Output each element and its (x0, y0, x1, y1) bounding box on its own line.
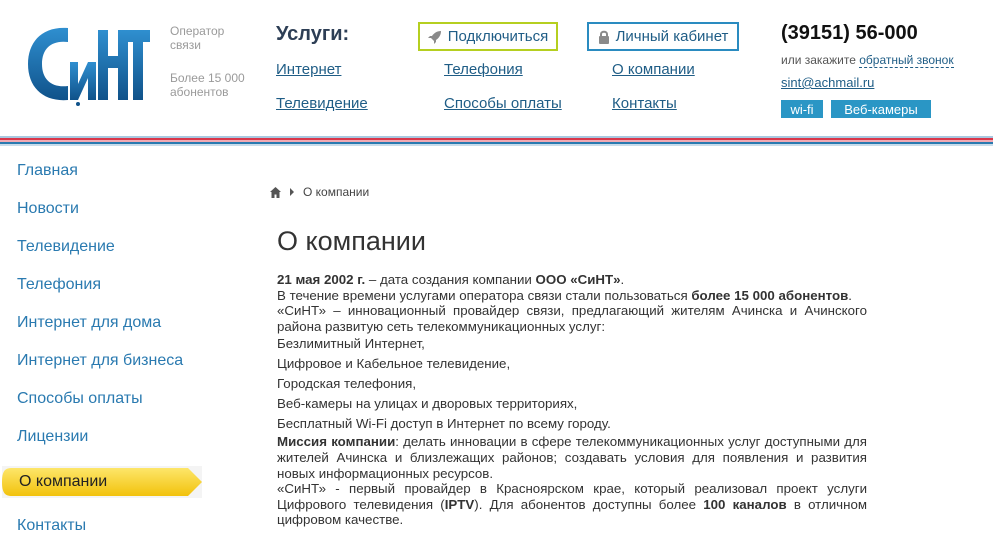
header-stripes (0, 136, 993, 146)
breadcrumb-current: О компании (303, 185, 370, 199)
tagline-operator: Оператор связи (170, 24, 225, 52)
sidebar-item-licenses[interactable]: Лицензии (17, 428, 88, 446)
founding-date: 21 мая 2002 г. (277, 272, 366, 287)
site-header: Оператор связи Более 15 000 абонентов Ус… (0, 0, 993, 146)
mission-paragraph: Миссия компании: делать инновации в сфер… (277, 434, 867, 481)
sidebar-item-telephony[interactable]: Телефония (17, 276, 101, 294)
service-item: Веб-камеры на улицах и дворовых территор… (277, 396, 578, 412)
text-span: В течение времени услугами оператора свя… (277, 287, 692, 303)
channels-count: 100 каналов (703, 496, 787, 512)
service-item: Бесплатный Wi-Fi доступ в Интернет по вс… (277, 416, 611, 432)
rocket-icon (427, 30, 441, 44)
sidebar-item-news[interactable]: Новости (17, 200, 79, 218)
header-link-payment[interactable]: Способы оплаты (444, 95, 562, 112)
header-link-about[interactable]: О компании (612, 61, 695, 78)
text-span: – дата создания компании (365, 272, 536, 287)
callback-prefix: или закажите (781, 53, 860, 67)
sidebar-item-about[interactable]: О компании (2, 466, 202, 498)
header-link-internet[interactable]: Интернет (276, 61, 341, 78)
header-link-telephony[interactable]: Телефония (444, 61, 523, 78)
page-content: 21 мая 2002 г. – дата создания компании … (277, 272, 867, 528)
services-title: Услуги: (276, 23, 350, 45)
founding-paragraph: 21 мая 2002 г. – дата создания компании … (277, 272, 867, 288)
sidebar-item-about-label: О компании (19, 473, 108, 490)
text-span: ). Для абонентов доступны более (474, 496, 704, 512)
email-link[interactable]: sint@achmail.ru (781, 75, 874, 90)
wifi-tag[interactable]: wi-fi (781, 100, 823, 118)
breadcrumb: О компании (270, 185, 369, 199)
intro-paragraph: «СиНТ» – инновационный провайдер связи, … (277, 303, 867, 334)
sidebar-item-contacts[interactable]: Контакты (17, 517, 86, 535)
page-title: О компании (277, 226, 426, 256)
iptv-label: IPTV (444, 496, 475, 512)
company-name: ООО «СиНТ» (535, 272, 621, 287)
header-link-contacts[interactable]: Контакты (612, 95, 677, 112)
mission-label: Миссия компании (277, 434, 396, 450)
sidebar-item-home[interactable]: Главная (17, 162, 78, 180)
text-span: . (620, 272, 625, 287)
connect-button[interactable]: Подключиться (418, 22, 558, 51)
subscribers-count: более 15 000 абонентов (691, 287, 849, 303)
connect-button-label: Подключиться (447, 28, 549, 45)
iptv-paragraph: «СиНТ» - первый провайдер в Красноярском… (277, 481, 867, 528)
personal-account-label: Личный кабинет (615, 28, 729, 45)
callback-line: или закажите обратный звонок (781, 53, 954, 68)
service-item: Безлимитный Интернет, (277, 336, 425, 352)
sint-logo[interactable] (26, 22, 150, 106)
sidebar-item-tv[interactable]: Телевидение (17, 238, 115, 256)
sidebar-item-business-internet[interactable]: Интернет для бизнеса (17, 352, 183, 370)
subscribers-paragraph: В течение времени услугами оператора свя… (277, 288, 867, 304)
sidebar-item-payment[interactable]: Способы оплаты (17, 390, 143, 408)
text-span: . (848, 287, 852, 303)
header-link-tv[interactable]: Телевидение (276, 95, 368, 112)
sidebar-item-home-internet[interactable]: Интернет для дома (17, 314, 161, 332)
tagline-subscribers: Более 15 000 абонентов (170, 71, 245, 99)
phone-number: (39151) 56-000 (781, 22, 918, 44)
service-item: Городская телефония, (277, 376, 417, 392)
service-item: Цифровое и Кабельное телевидение, (277, 356, 511, 372)
callback-link[interactable]: обратный звонок (859, 53, 954, 68)
home-icon[interactable] (270, 186, 281, 198)
webcams-tag[interactable]: Веб-камеры (831, 100, 931, 118)
personal-account-button[interactable]: Личный кабинет (587, 22, 739, 51)
lock-icon (598, 30, 609, 44)
chevron-right-icon (290, 188, 294, 196)
